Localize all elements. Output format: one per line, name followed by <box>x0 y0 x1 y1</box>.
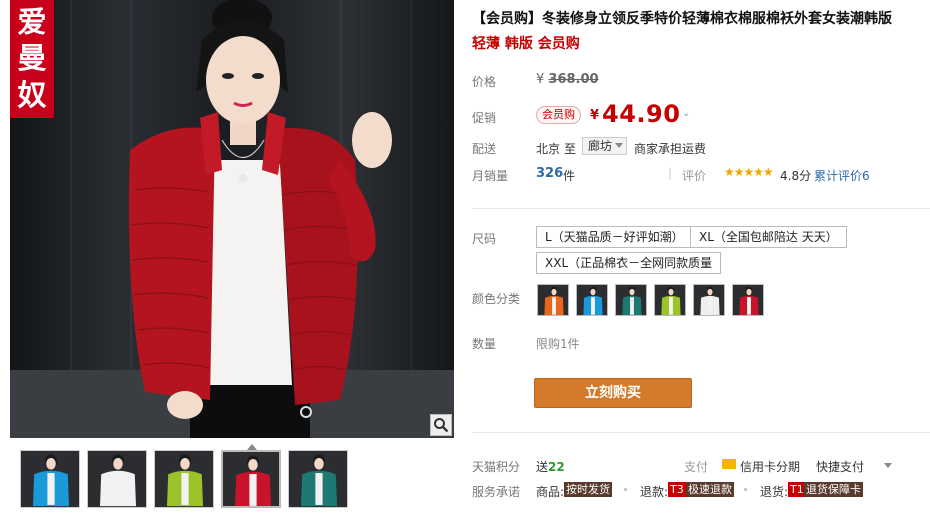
color-swatch[interactable] <box>654 284 686 316</box>
divider: | <box>668 166 673 180</box>
shipping-label: 配送 <box>472 142 497 156</box>
ship-from: 北京 <box>536 142 561 156</box>
promo-yen-symbol: ¥ <box>590 108 600 123</box>
sales-unit: 件 <box>563 169 576 183</box>
points-value: 送22 <box>536 458 565 475</box>
service-code-badge: T3 <box>668 482 686 497</box>
size-label: 尺码 <box>472 232 497 246</box>
total-reviews-link[interactable]: 累计评价6 <box>814 167 870 184</box>
color-label: 颜色分类 <box>472 292 521 306</box>
size-option[interactable]: XXL（正品棉衣－全网同款质量 <box>536 252 722 274</box>
original-price-value: 368.00 <box>548 72 599 87</box>
destination-select[interactable]: 廊坊 <box>582 137 628 155</box>
price-label: 价格 <box>472 75 497 89</box>
monthly-sales-label: 月销量 <box>472 169 509 183</box>
model-photo <box>10 0 454 438</box>
shipping-fee: 商家承担运费 <box>634 142 707 156</box>
credit-card-icon <box>722 459 736 469</box>
credit-installment-option[interactable]: 信用卡分期 <box>740 458 800 475</box>
color-swatch[interactable] <box>732 284 764 316</box>
service-tag: 按时发货 <box>564 482 612 497</box>
yen-symbol: ¥ <box>536 72 545 87</box>
promo-price: 44.90 <box>602 100 681 128</box>
service-label: 服务承诺 <box>472 485 521 499</box>
color-swatch[interactable] <box>693 284 725 316</box>
fast-pay-option[interactable]: 快捷支付 <box>816 458 864 475</box>
main-product-image[interactable]: 爱 曼 奴 <box>10 0 454 438</box>
quantity-limit: 限购1件 <box>536 337 580 351</box>
ship-to-text: 至 <box>564 142 577 156</box>
service-refund-prefix: 退款: <box>640 485 669 499</box>
monthly-sales-count: 326 <box>536 166 564 181</box>
brand-logo: 爱 曼 奴 <box>10 0 54 118</box>
thumbnail[interactable] <box>87 450 147 508</box>
brand-char: 奴 <box>17 78 47 113</box>
magnifier-icon <box>434 418 449 433</box>
color-swatch[interactable] <box>615 284 647 316</box>
service-tag: 极速退款 <box>686 482 734 497</box>
service-goods-prefix: 商品: <box>536 485 565 499</box>
destination-value: 廊坊 <box>588 139 613 153</box>
color-swatch[interactable] <box>537 284 569 316</box>
brand-char: 爱 <box>17 4 47 39</box>
quantity-label: 数量 <box>472 337 497 351</box>
points-label: 天猫积分 <box>472 460 521 474</box>
service-tag: 退货保障卡 <box>804 482 863 497</box>
size-option[interactable]: L（天猫品质－好评如潮） <box>536 226 693 248</box>
chevron-down-icon <box>615 143 624 148</box>
thumbnail[interactable] <box>20 450 80 508</box>
divider <box>472 432 930 433</box>
rating-score: 4.8分 <box>780 169 812 183</box>
dot <box>744 488 747 491</box>
star-rating-icon: ★★★★★ <box>724 165 774 179</box>
rating-label: 评价 <box>682 169 707 183</box>
chevron-down-icon[interactable] <box>884 463 892 468</box>
service-return-prefix: 退货: <box>760 485 789 499</box>
product-info-panel: 【会员购】冬装修身立领反季特价轻薄棉衣棉服棉袄外套女装潮韩版 轻薄 韩版 会员购… <box>472 0 930 516</box>
points-number: 22 <box>548 460 565 474</box>
thumbnail[interactable] <box>221 450 281 508</box>
zoom-button[interactable] <box>430 414 452 436</box>
divider <box>472 208 930 209</box>
product-subtitle: 轻薄 韩版 会员购 <box>472 36 580 52</box>
thumbnail[interactable] <box>288 450 348 508</box>
original-price: ¥ 368.00 <box>536 72 599 87</box>
promo-dropdown-icon[interactable]: ⌄ <box>682 108 690 119</box>
promo-badge: 会员购 <box>536 106 581 124</box>
buy-now-button[interactable]: 立刻购买 <box>534 378 692 408</box>
promo-label: 促销 <box>472 111 497 125</box>
points-prefix: 送 <box>536 460 549 474</box>
thumbnail[interactable] <box>154 450 214 508</box>
thumbnail-strip <box>20 444 460 512</box>
size-option[interactable]: XL（全国包邮陪达 天天） <box>690 226 847 248</box>
product-title: 【会员购】冬装修身立领反季特价轻薄棉衣棉服棉袄外套女装潮韩版 <box>472 11 892 27</box>
dot <box>624 488 627 491</box>
brand-char: 曼 <box>17 41 47 76</box>
color-swatch[interactable] <box>576 284 608 316</box>
payment-label: 支付 <box>684 460 709 474</box>
